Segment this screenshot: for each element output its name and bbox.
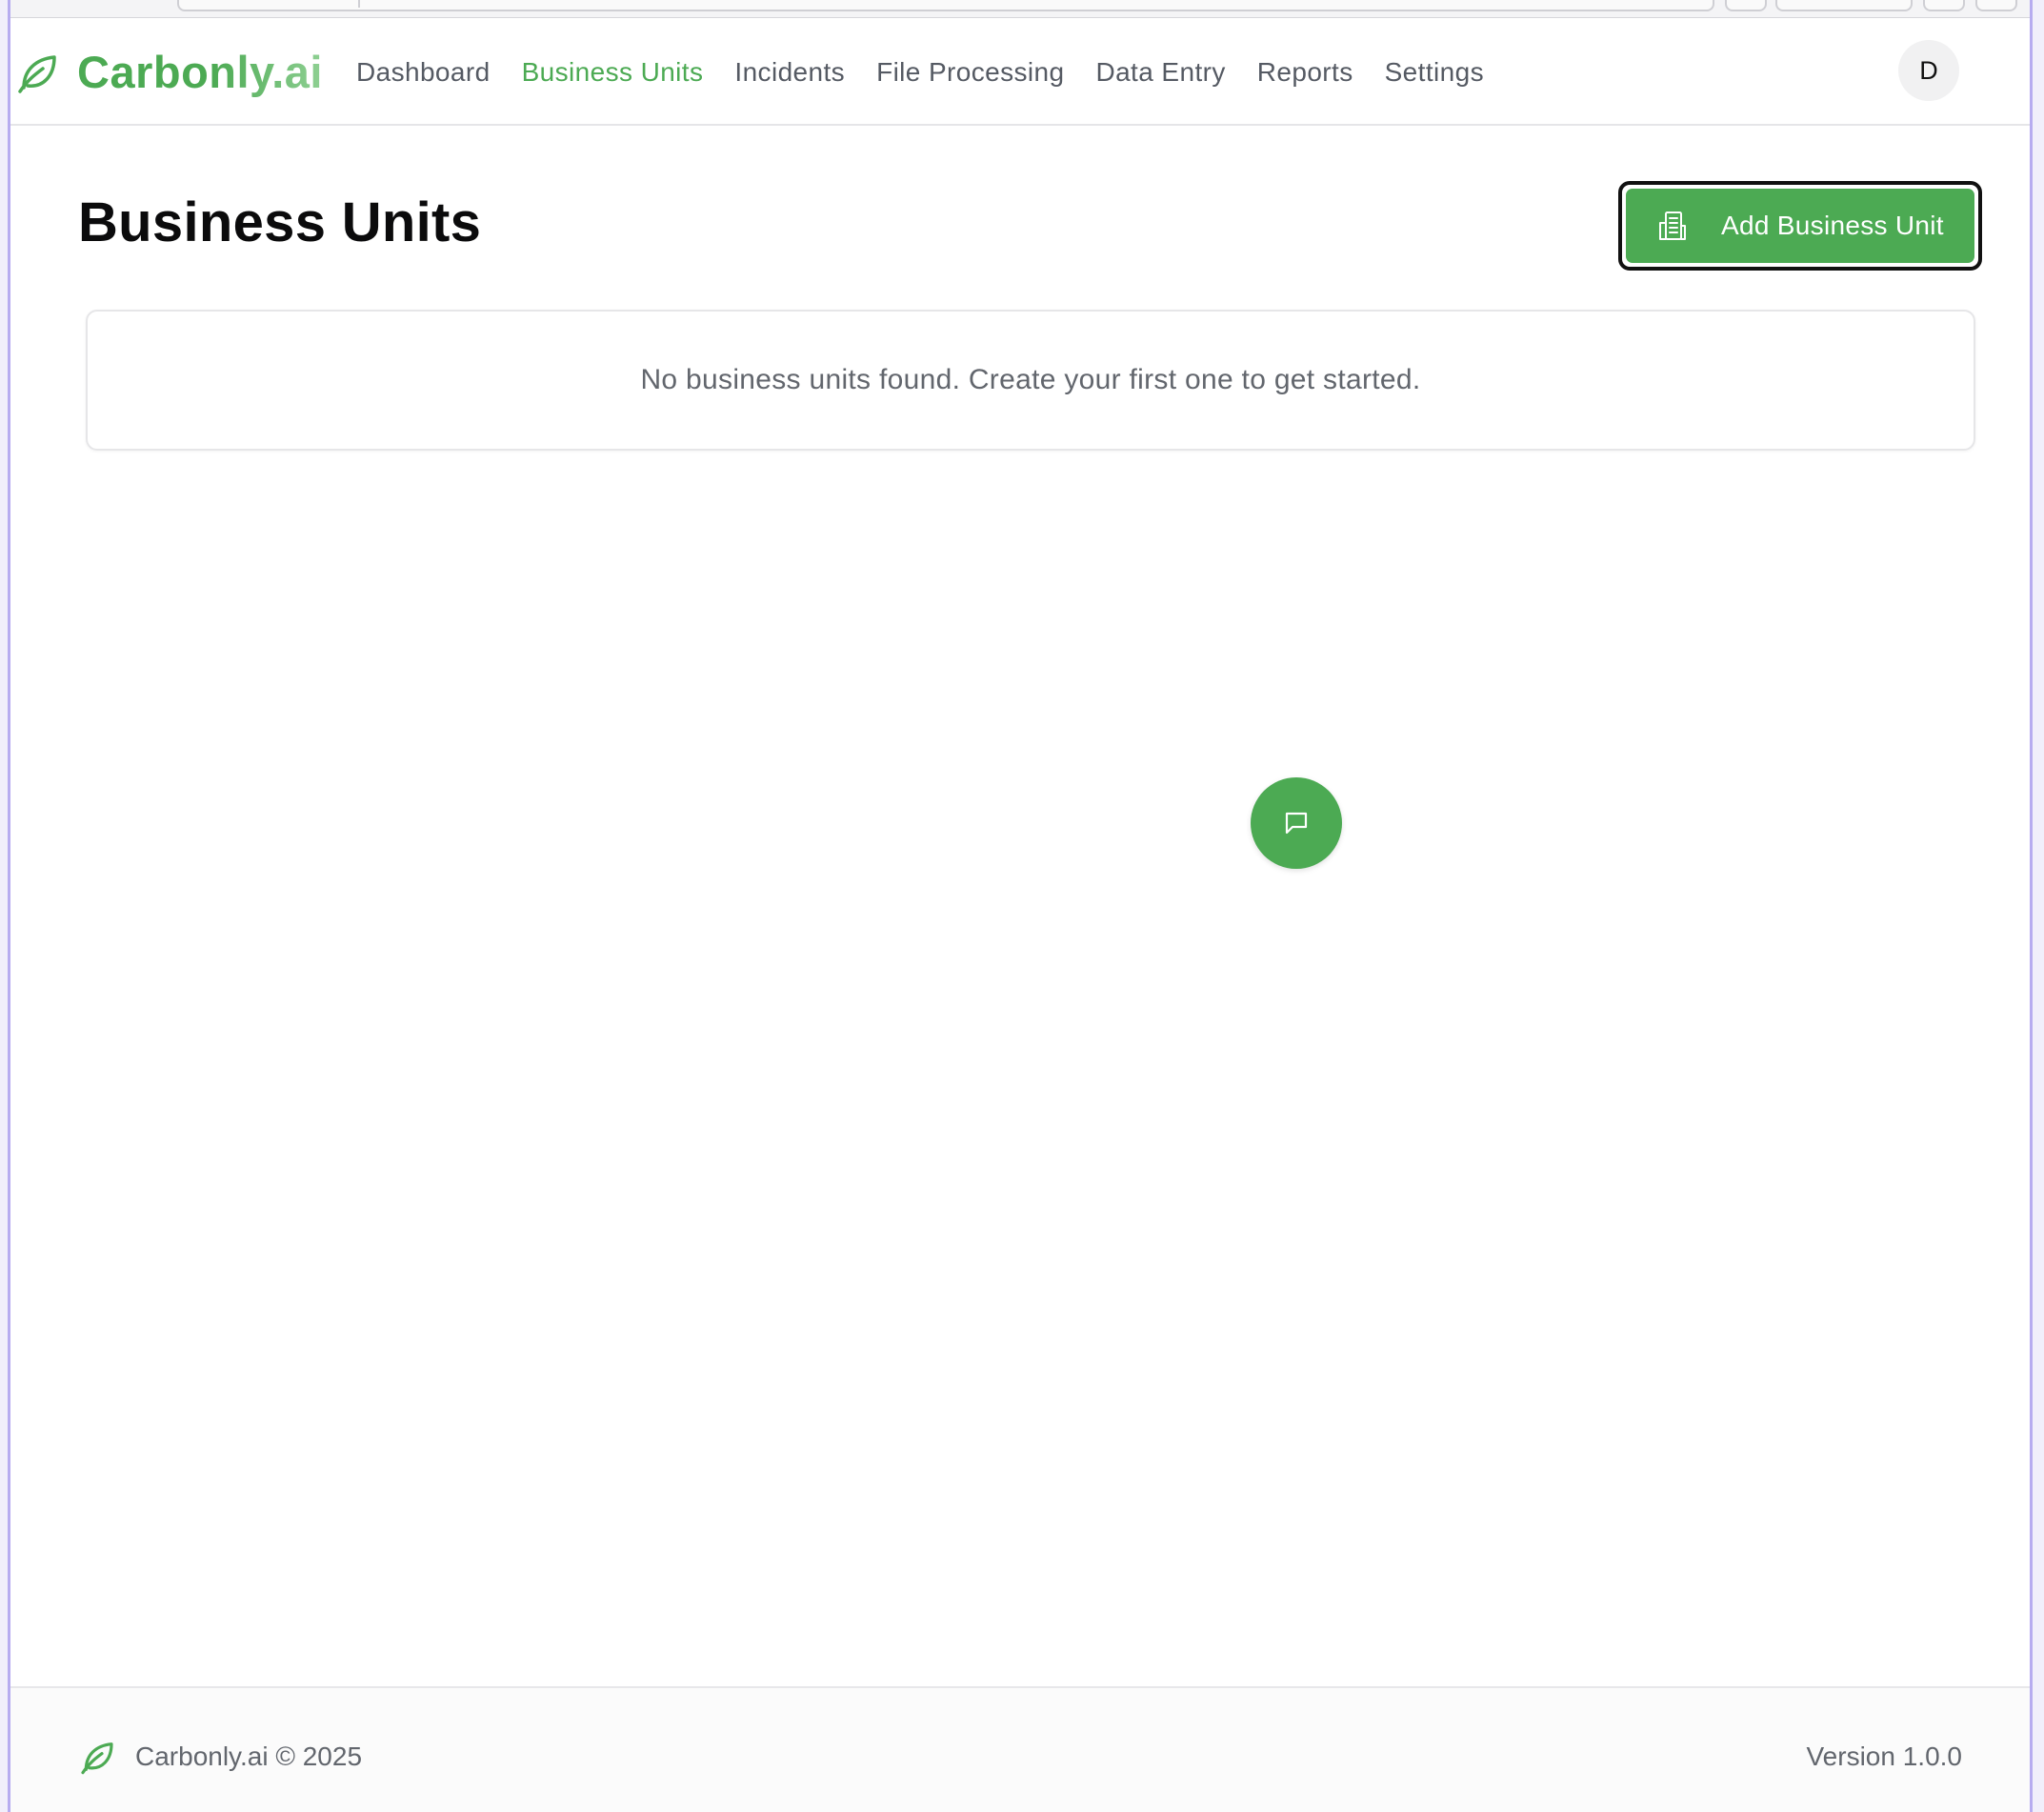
- chat-button[interactable]: [1251, 777, 1342, 869]
- empty-state-message: No business units found. Create your fir…: [640, 364, 1421, 395]
- brand-name: Carbonly.ai: [77, 47, 323, 97]
- add-business-unit-button-body[interactable]: Add Business Unit: [1626, 189, 1974, 263]
- chat-bubble-icon: [1282, 809, 1311, 837]
- browser-button[interactable]: [1775, 0, 1913, 11]
- nav-dashboard[interactable]: Dashboard: [356, 57, 491, 88]
- page-title: Business Units: [78, 191, 482, 253]
- footer-copyright: Carbonly.ai © 2025: [135, 1742, 363, 1771]
- user-avatar[interactable]: D: [1898, 40, 1959, 101]
- footer-brand: Carbonly.ai © 2025: [78, 1738, 362, 1776]
- brand-logo[interactable]: Carbonly.ai: [14, 46, 323, 98]
- top-navbar: Carbonly.ai Dashboard Business Units Inc…: [10, 17, 2030, 126]
- nav-incidents[interactable]: Incidents: [734, 57, 845, 88]
- add-business-unit-button[interactable]: Add Business Unit: [1618, 181, 1982, 271]
- browser-chrome: [10, 0, 2030, 18]
- browser-button[interactable]: [1975, 0, 2017, 11]
- nav-settings[interactable]: Settings: [1385, 57, 1484, 88]
- empty-state-card: No business units found. Create your fir…: [86, 310, 1975, 451]
- nav-reports[interactable]: Reports: [1257, 57, 1353, 88]
- address-bar[interactable]: [177, 0, 1714, 11]
- footer-version: Version 1.0.0: [1806, 1742, 1962, 1771]
- add-business-unit-label: Add Business Unit: [1721, 211, 1944, 240]
- nav-data-entry[interactable]: Data Entry: [1095, 57, 1225, 88]
- nav-file-processing[interactable]: File Processing: [876, 57, 1064, 88]
- leaf-icon: [14, 50, 60, 95]
- page-footer: Carbonly.ai © 2025 Version 1.0.0: [10, 1686, 2030, 1812]
- leaf-icon: [78, 1738, 135, 1776]
- browser-button[interactable]: [1725, 0, 1767, 11]
- browser-tab[interactable]: [187, 0, 360, 8]
- browser-button[interactable]: [1923, 0, 1965, 11]
- main-nav: Dashboard Business Units Incidents File …: [356, 57, 1515, 88]
- nav-business-units[interactable]: Business Units: [522, 57, 704, 88]
- app-window: Carbonly.ai Dashboard Business Units Inc…: [8, 0, 2033, 1812]
- building-icon: [1656, 210, 1689, 242]
